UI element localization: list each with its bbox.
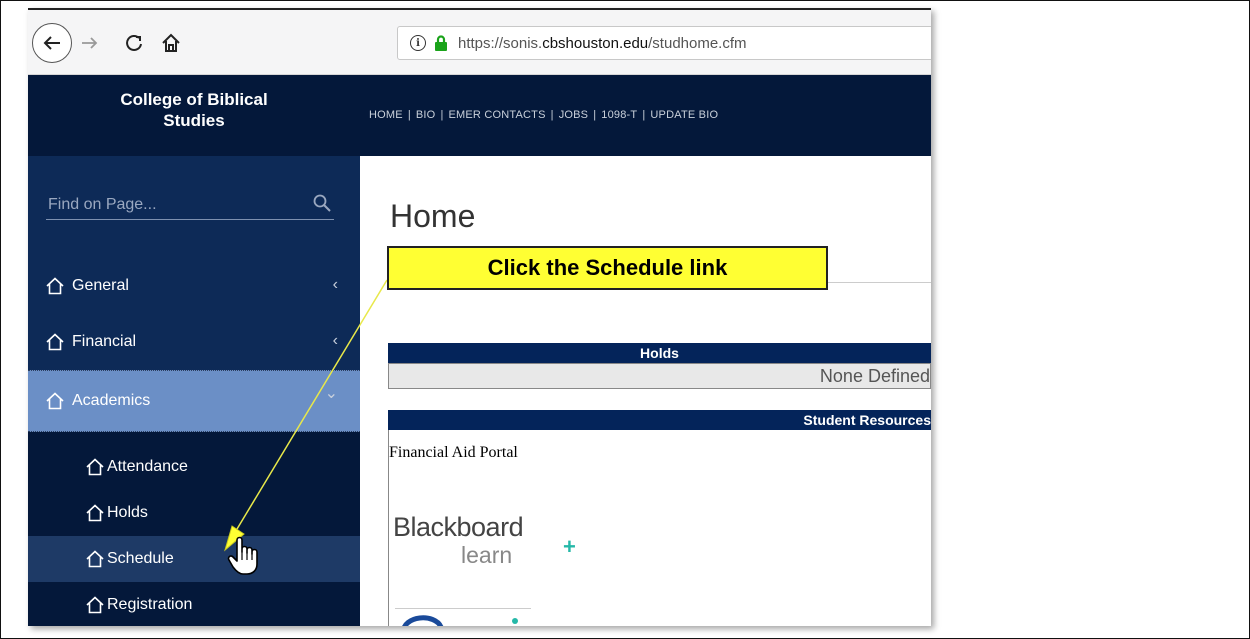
forward-arrow-icon: [82, 37, 98, 49]
submenu-item-holds[interactable]: Holds: [28, 490, 360, 536]
chevron-left-icon: ‹: [332, 276, 338, 293]
submenu-item-label: Registration: [107, 596, 193, 613]
site-header: College of Biblical Studies HOME | BIO | EME…: [28, 75, 931, 156]
sidebar-item-label: Financial: [72, 333, 137, 350]
back-button[interactable]: [32, 23, 72, 63]
find-on-page: [46, 191, 334, 220]
reload-icon: [126, 35, 142, 51]
logo-fragment-icon: [402, 615, 518, 626]
browser-screenshot: i https://sonis.cbshouston.edu/studhome.…: [28, 8, 931, 626]
chevron-down-icon: ⌄: [324, 385, 338, 402]
url-text: https://sonis.cbshouston.edu/studhome.cf…: [458, 34, 747, 52]
house-outline-icon: [46, 333, 64, 351]
submenu-item-attendance[interactable]: Attendance: [28, 444, 360, 490]
sidebar: General ‹ Financial ‹ Academics ⌄ Attend…: [28, 156, 360, 626]
info-icon[interactable]: i: [410, 35, 426, 51]
house-icon: [162, 33, 180, 52]
browser-toolbar: i https://sonis.cbshouston.edu/studhome.…: [28, 10, 931, 75]
nav-emer-contacts[interactable]: EMER CONTACTS: [449, 109, 546, 121]
house-outline-icon: [46, 392, 64, 410]
submenu-item-label: Attendance: [107, 458, 188, 475]
hand-cursor-icon: [227, 536, 258, 575]
top-navigation: HOME | BIO | EMER CONTACTS | JOBS | 1098-T | UPDAT…: [369, 109, 719, 121]
find-on-page-input[interactable]: [46, 191, 300, 219]
nav-update-bio[interactable]: UPDATE BIO: [650, 109, 718, 121]
sidebar-item-financial[interactable]: Financial ‹: [28, 316, 360, 368]
instruction-callout: Click the Schedule link: [387, 246, 828, 290]
submenu-item-label: Schedule: [107, 550, 174, 567]
page-title: Home: [390, 198, 476, 234]
home-button[interactable]: [156, 25, 186, 61]
holds-table-header: Holds: [388, 343, 931, 363]
academics-submenu: Attendance Holds Schedule Registration: [28, 432, 360, 626]
resources-table-header: Student Resources: [388, 410, 931, 430]
forward-button[interactable]: [76, 25, 104, 61]
chevron-left-icon: ‹: [332, 332, 338, 349]
house-outline-icon: [46, 277, 64, 295]
nav-jobs[interactable]: JOBS: [559, 109, 589, 121]
nav-home[interactable]: HOME: [369, 109, 403, 121]
search-icon[interactable]: [312, 193, 332, 213]
holds-value: None Defined: [388, 363, 931, 389]
plus-icon: +: [563, 534, 576, 559]
submenu-item-label: Holds: [107, 504, 148, 521]
nav-bio[interactable]: BIO: [416, 109, 436, 121]
house-outline-icon: [86, 596, 104, 614]
submenu-item-schedule[interactable]: Schedule: [28, 536, 360, 582]
sidebar-item-academics[interactable]: Academics ⌄: [28, 370, 360, 432]
reload-button[interactable]: [120, 25, 148, 61]
house-outline-icon: [86, 504, 104, 522]
address-bar[interactable]: i https://sonis.cbshouston.edu/studhome.…: [397, 26, 931, 60]
resources-body: Financial Aid Portal Blackboard learn +: [388, 430, 930, 626]
back-arrow-icon: [43, 36, 60, 50]
main-content: Home Holds None Defined Student Resource…: [360, 156, 931, 626]
financial-aid-portal-link[interactable]: Financial Aid Portal: [389, 444, 518, 462]
submenu-item-registration[interactable]: Registration: [28, 582, 360, 626]
blackboard-learn-logo[interactable]: Blackboard learn +: [393, 512, 576, 568]
site-brand[interactable]: College of Biblical Studies: [44, 89, 344, 131]
nav-1098t[interactable]: 1098-T: [601, 109, 637, 121]
sidebar-item-label: Academics: [72, 392, 151, 409]
sidebar-item-general[interactable]: General ‹: [28, 260, 360, 312]
lock-icon: [435, 35, 447, 51]
house-outline-icon: [86, 550, 104, 568]
house-outline-icon: [86, 458, 104, 476]
partial-logo[interactable]: [395, 608, 531, 626]
sidebar-item-label: General: [72, 277, 129, 294]
